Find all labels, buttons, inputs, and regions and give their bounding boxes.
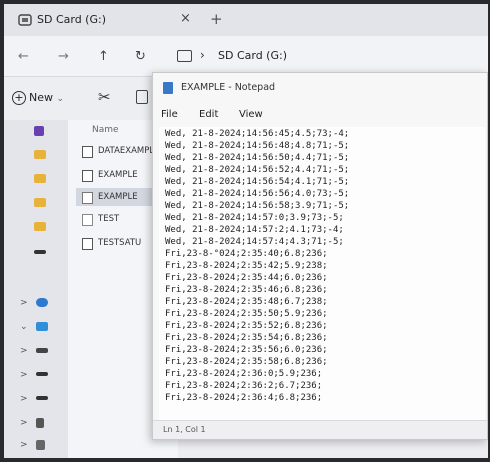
new-button[interactable]: + New ⌄ [12, 91, 64, 105]
text-line: Wed, 21-8-2024;14:56:56;4.0;73;-5; [165, 189, 350, 199]
navigation-pane: > ⌄ > > > > > [4, 120, 68, 458]
breadcrumb[interactable]: SD Card (G:) [218, 49, 287, 62]
text-line: Fri,23-8-2024;2:36:0;5.9;236; [165, 369, 323, 379]
text-line: Wed, 21-8-2024;14:56:58;3.9;71;-5; [165, 201, 350, 211]
notepad-icon [163, 82, 173, 94]
notepad-status-bar: Ln 1, Col 1 [153, 420, 487, 439]
this-pc-icon[interactable] [36, 322, 48, 331]
text-line: Wed, 21-8-2024;14:56:45;4.5;73;-4; [165, 129, 350, 139]
text-line: Fri,23-8-2024;2:36:2;6.7;236; [165, 381, 323, 391]
menu-view[interactable]: View [239, 109, 263, 120]
text-line: Fri,23-8-2024;2:35:52;6.8;236; [165, 321, 328, 331]
text-line: Fri,23-8-2024;2:35:44;6.0;236; [165, 273, 328, 283]
refresh-icon[interactable]: ↻ [135, 49, 146, 64]
folder-icon[interactable] [34, 174, 46, 183]
cut-icon[interactable]: ✂ [98, 88, 111, 106]
tab-close-icon[interactable]: × [180, 11, 191, 26]
text-line: Fri,23-8-2024;2:35:54;6.8;236; [165, 333, 328, 343]
notepad-title: EXAMPLE - Notepad [181, 82, 276, 93]
gallery-icon[interactable] [34, 126, 44, 136]
text-line: Fri,23-8-2024;2:35:42;5.9;238; [165, 261, 328, 271]
folder-icon[interactable] [34, 198, 46, 207]
notepad-window: EXAMPLE - Notepad File Edit View Wed, 21… [152, 72, 488, 440]
file-icon [82, 146, 93, 158]
text-file-icon [82, 214, 93, 226]
drive-icon[interactable] [34, 250, 46, 254]
plus-icon: + [12, 91, 26, 105]
onedrive-icon[interactable] [36, 298, 48, 307]
screen: SD Card (G:) × + ← → ↑ ↻ › SD Card (G:) … [4, 4, 488, 458]
copy-icon[interactable] [136, 90, 148, 104]
text-line: Fri,23-8-2024;2:35:58;6.8;236; [165, 357, 328, 367]
text-line: Wed, 21-8-2024;14:57:2;4.1;73;-4; [165, 225, 344, 235]
folder-icon[interactable] [34, 150, 46, 159]
text-line: Fri,23-8-2024;2:35:56;6.0;236; [165, 345, 328, 355]
sd-card-icon [18, 14, 32, 26]
folder-icon[interactable] [34, 222, 46, 231]
drive-icon[interactable] [36, 348, 48, 353]
cursor-position: Ln 1, Col 1 [163, 425, 206, 434]
text-line: Fri,23-8-2024;2:36:4;6.8;236; [165, 393, 323, 403]
text-file-icon [82, 192, 93, 204]
text-line: Wed, 21-8-2024;14:56:52;4.4;71;-5; [165, 165, 350, 175]
expand-chevron-icon[interactable]: > [20, 298, 28, 308]
menu-edit[interactable]: Edit [199, 109, 218, 120]
this-pc-icon[interactable] [177, 50, 192, 62]
text-line: Fri,23-8-2024;2:35:48;6.7;238; [165, 297, 328, 307]
up-icon[interactable]: ↑ [98, 49, 109, 64]
expand-chevron-icon[interactable]: > [20, 346, 28, 356]
drive-icon[interactable] [36, 396, 48, 400]
breadcrumb-chevron-icon: › [200, 48, 205, 62]
file-icon [82, 238, 93, 250]
expand-chevron-icon[interactable]: > [20, 370, 28, 380]
text-line: Wed, 21-8-2024;14:56:50;4.4;71;-5; [165, 153, 350, 163]
text-line: Wed, 21-8-2024;14:56:54;4.1;71;-5; [165, 177, 350, 187]
expand-chevron-icon[interactable]: > [20, 440, 28, 450]
chevron-down-icon: ⌄ [56, 94, 65, 104]
explorer-titlebar: SD Card (G:) × + [4, 4, 488, 36]
text-line: Fri,23-8-°024;2:35:40;6.8;236; [165, 249, 328, 259]
text-line: Wed, 21-8-2024;14:57:0;3.9;73;-5; [165, 213, 344, 223]
expand-chevron-icon[interactable]: ⌄ [20, 322, 28, 332]
column-header-name[interactable]: Name [92, 125, 119, 135]
new-tab-icon[interactable]: + [210, 10, 223, 28]
file-icon [82, 170, 93, 182]
menu-file[interactable]: File [161, 109, 178, 120]
expand-chevron-icon[interactable]: > [20, 394, 28, 404]
notepad-text-area[interactable]: Wed, 21-8-2024;14:56:45;4.5;73;-4; Wed, … [159, 127, 485, 421]
text-line: Wed, 21-8-2024;14:56:48;4.8;71;-5; [165, 141, 350, 151]
text-line: Fri,23-8-2024;2:35:46;6.8;236; [165, 285, 328, 295]
explorer-tab-title[interactable]: SD Card (G:) [37, 13, 106, 26]
expand-chevron-icon[interactable]: > [20, 418, 28, 428]
text-line: Wed, 21-8-2024;14:57:4;4.3;71;-5; [165, 237, 344, 247]
forward-icon[interactable]: → [58, 49, 69, 64]
back-icon[interactable]: ← [18, 49, 29, 64]
network-icon[interactable] [36, 418, 44, 428]
new-button-label: New [29, 91, 53, 104]
network-icon[interactable] [36, 440, 45, 450]
text-line: Fri,23-8-2024;2:35:50;5.9;236; [165, 309, 328, 319]
drive-icon[interactable] [36, 372, 48, 376]
